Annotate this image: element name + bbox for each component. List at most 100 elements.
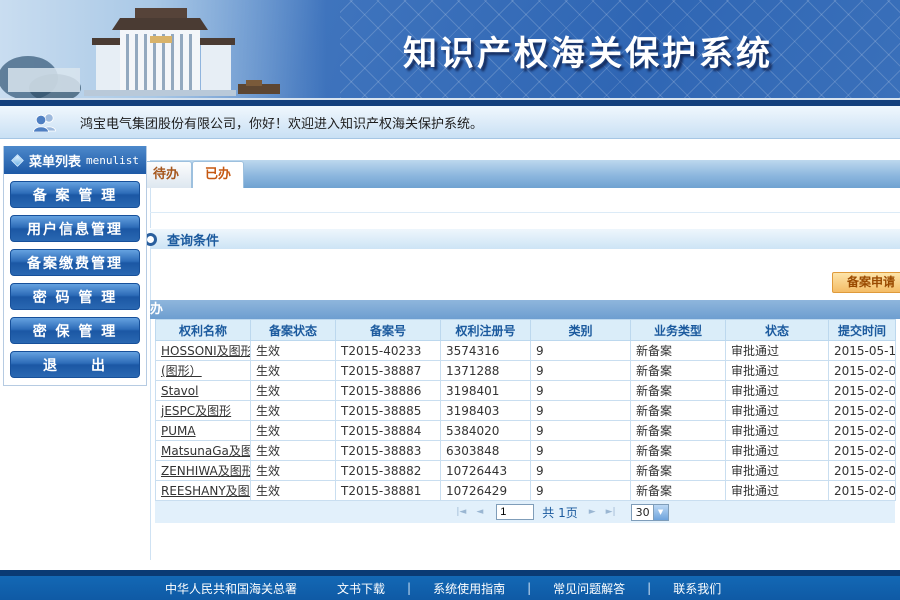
- cell: T2015-38884: [336, 421, 441, 441]
- footer-link-guide[interactable]: 系统使用指南: [433, 580, 505, 597]
- cell: 审批通过: [726, 441, 829, 461]
- cell: 审批通过: [726, 341, 829, 361]
- table-header-row: 权利名称 备案状态 备案号 权利注册号 类别 业务类型 状态 提交时间: [156, 320, 896, 341]
- sidebar-item-security-management[interactable]: 密 保 管 理: [10, 317, 140, 344]
- cell: T2015-38881: [336, 481, 441, 501]
- right-name-link[interactable]: REESHANY及图形: [161, 484, 251, 498]
- next-page-icon[interactable]: ►: [589, 507, 596, 517]
- cell: 2015-02-03: [829, 461, 896, 481]
- cell: 2015-02-04: [829, 361, 896, 381]
- cell: 2015-02-04: [829, 401, 896, 421]
- footer-separator: |: [647, 581, 651, 595]
- cell: 审批通过: [726, 481, 829, 501]
- sidebar-title: 菜单列表: [29, 151, 81, 170]
- cell: 审批通过: [726, 421, 829, 441]
- col-submit-time: 提交时间: [829, 320, 896, 341]
- sidebar-subtitle: menulist: [86, 154, 139, 167]
- cell: T2015-40233: [336, 341, 441, 361]
- page-size-select[interactable]: 30 ▼: [631, 504, 669, 521]
- footer-link-documents[interactable]: 文书下载: [337, 580, 385, 597]
- sidebar-item-filing-management[interactable]: 备 案 管 理: [10, 181, 140, 208]
- cell: 生效: [251, 401, 336, 421]
- sidebar-item-user-info-management[interactable]: 用户信息管理: [10, 215, 140, 242]
- first-page-icon[interactable]: |◄: [456, 507, 466, 517]
- cell: 审批通过: [726, 361, 829, 381]
- right-name-link[interactable]: MatsunaGa及图形: [161, 444, 251, 458]
- cell: 生效: [251, 441, 336, 461]
- page-number-input[interactable]: [496, 504, 534, 520]
- sidebar-item-filing-fee-management[interactable]: 备案缴费管理: [10, 249, 140, 276]
- col-business-type: 业务类型: [631, 320, 726, 341]
- right-name-link[interactable]: HOSSONI及图形: [161, 344, 251, 358]
- prev-page-icon[interactable]: ◄: [476, 507, 483, 517]
- col-status: 状态: [726, 320, 829, 341]
- tab-done[interactable]: 已办: [192, 161, 244, 188]
- table-row: (图形） 生效 T2015-38887 1371288 9 新备案 审批通过 2…: [156, 361, 896, 381]
- cell: 2015-02-03: [829, 421, 896, 441]
- query-conditions-bar: 查询条件: [150, 228, 900, 249]
- cell: 新备案: [631, 401, 726, 421]
- footer-link-customs[interactable]: 中华人民共和国海关总署: [165, 580, 297, 597]
- right-name-link[interactable]: ZENHIWA及图形: [161, 464, 251, 478]
- table-row: jESPC及图形 生效 T2015-38885 3198403 9 新备案 审批…: [156, 401, 896, 421]
- cell: 9: [531, 461, 631, 481]
- cell: 9: [531, 361, 631, 381]
- pagination-bar: |◄ ◄ 共 1页 ► ►| 30 ▼: [155, 501, 895, 523]
- cell: 2015-05-14: [829, 341, 896, 361]
- col-right-name: 权利名称: [156, 320, 251, 341]
- col-category: 类别: [531, 320, 631, 341]
- cell: 生效: [251, 481, 336, 501]
- customs-building-image: [0, 0, 340, 98]
- table-row: MatsunaGa及图形 生效 T2015-38883 6303848 9 新备…: [156, 441, 896, 461]
- sidebar-item-logout[interactable]: 退 出: [10, 351, 140, 378]
- system-title: 知识产权海关保护系统: [403, 26, 773, 75]
- table-row: Stavol 生效 T2015-38886 3198401 9 新备案 审批通过…: [156, 381, 896, 401]
- cell: T2015-38883: [336, 441, 441, 461]
- cell: 9: [531, 441, 631, 461]
- filing-apply-button[interactable]: 备案申请: [832, 272, 900, 293]
- cell: 1371288: [441, 361, 531, 381]
- cell: 9: [531, 401, 631, 421]
- col-filing-status: 备案状态: [251, 320, 336, 341]
- tab-pending[interactable]: 待办: [140, 161, 192, 188]
- diamond-icon: [11, 154, 24, 167]
- header-banner: 知识产权海关保护系统: [0, 0, 900, 98]
- cell: 生效: [251, 421, 336, 441]
- building-illustration: [0, 0, 340, 98]
- cell: 审批通过: [726, 401, 829, 421]
- right-name-link[interactable]: jESPC及图形: [161, 404, 231, 418]
- table-row: REESHANY及图形 生效 T2015-38881 10726429 9 新备…: [156, 481, 896, 501]
- table-row: HOSSONI及图形 生效 T2015-40233 3574316 9 新备案 …: [156, 341, 896, 361]
- footer-separator: |: [407, 581, 411, 595]
- cell: 新备案: [631, 361, 726, 381]
- cell: 10726429: [441, 481, 531, 501]
- cell: 2015-02-03: [829, 441, 896, 461]
- query-conditions-title: 查询条件: [167, 230, 219, 249]
- cell: 2015-02-04: [829, 381, 896, 401]
- cell: 9: [531, 421, 631, 441]
- last-page-icon[interactable]: ►|: [606, 507, 616, 517]
- cell: 生效: [251, 381, 336, 401]
- col-registration-number: 权利注册号: [441, 320, 531, 341]
- cell: 10726443: [441, 461, 531, 481]
- content-divider: [150, 212, 900, 213]
- cell: 新备案: [631, 481, 726, 501]
- right-name-link[interactable]: PUMA: [161, 424, 196, 438]
- table-row: PUMA 生效 T2015-38884 5384020 9 新备案 审批通过 2…: [156, 421, 896, 441]
- chevron-down-icon: ▼: [653, 505, 668, 520]
- footer-link-faq[interactable]: 常见问题解答: [553, 580, 625, 597]
- cell: T2015-38882: [336, 461, 441, 481]
- cell: 9: [531, 481, 631, 501]
- cell: 9: [531, 341, 631, 361]
- sidebar-item-password-management[interactable]: 密 码 管 理: [10, 283, 140, 310]
- cell: 审批通过: [726, 461, 829, 481]
- table-row: ZENHIWA及图形 生效 T2015-38882 10726443 9 新备案…: [156, 461, 896, 481]
- cell: 审批通过: [726, 381, 829, 401]
- footer-link-contact[interactable]: 联系我们: [673, 580, 721, 597]
- cell: 9: [531, 381, 631, 401]
- cell: 3198403: [441, 401, 531, 421]
- cell: 生效: [251, 361, 336, 381]
- right-name-link[interactable]: (图形）: [161, 364, 202, 378]
- right-name-link[interactable]: Stavol: [161, 384, 198, 398]
- cell: 5384020: [441, 421, 531, 441]
